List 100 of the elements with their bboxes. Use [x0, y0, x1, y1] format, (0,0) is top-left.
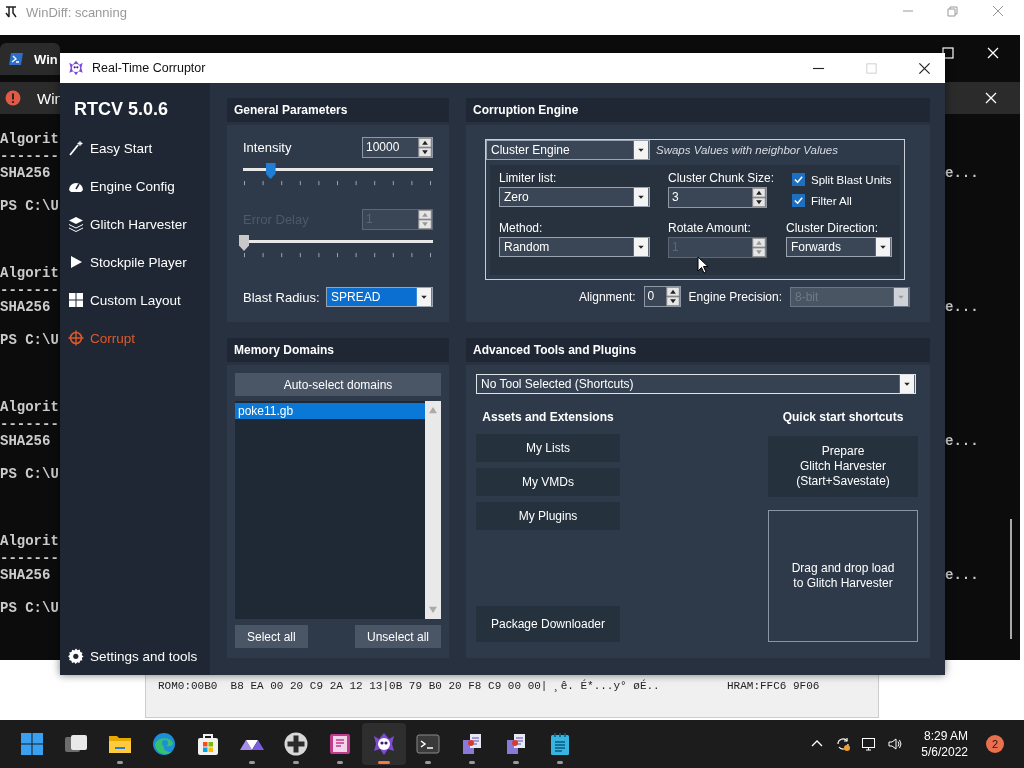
- app-version: RTCV 5.0.6: [74, 99, 170, 120]
- field-label: Engine Precision:: [688, 289, 782, 304]
- console-line: e...: [945, 164, 979, 181]
- tool-dropdown[interactable]: No Tool Selected (Shortcuts): [476, 374, 916, 394]
- section-heading: Assets and Extensions: [482, 410, 614, 424]
- browser-icon[interactable]: [152, 732, 176, 756]
- start-icon[interactable]: [20, 732, 44, 756]
- taskbar-app[interactable]: [362, 723, 406, 765]
- console-line: Algorit: [0, 265, 59, 281]
- play-icon: [68, 254, 84, 270]
- sync-icon[interactable]: [835, 736, 852, 752]
- close-icon[interactable]: [918, 61, 931, 75]
- nav-item[interactable]: Custom Layout: [68, 289, 210, 311]
- slider[interactable]: [243, 163, 433, 177]
- skull-icon[interactable]: [372, 732, 396, 756]
- grid-icon: [68, 292, 84, 308]
- console-line: Algorit: [0, 399, 59, 415]
- list-button[interactable]: Unselect all: [354, 625, 441, 648]
- list-item[interactable]: poke11.gb: [235, 403, 425, 419]
- network-icon[interactable]: [861, 736, 878, 752]
- wand-icon: [68, 140, 84, 156]
- console-line: e...: [945, 566, 979, 583]
- asset-button[interactable]: My Lists: [476, 434, 620, 462]
- terminal-tab[interactable]: Win: [0, 43, 60, 75]
- skull-icon: [68, 60, 84, 76]
- hex-line: ROM0:00B0 B8 EA 00 20 C9 2A 12 13|0B 79 B0 20 F8 C9 00 00| ¸ê. É*...y° øÉ..: [158, 680, 660, 692]
- console-prompt: PS C:\U: [0, 600, 59, 616]
- nav-item[interactable]: Engine Config: [68, 175, 210, 197]
- drop-zone[interactable]: Drag and drop load to Glitch Harvester: [768, 510, 918, 642]
- checkbox[interactable]: Filter All: [792, 194, 898, 207]
- checkbox[interactable]: Split Blast Units: [792, 173, 898, 186]
- settings-icon: [68, 648, 84, 664]
- shortcut-button[interactable]: Prepare Glitch Harvester (Start+Savestate): [768, 436, 918, 497]
- console-prompt: PS C:\U: [0, 332, 59, 348]
- field-label: Cluster Direction:: [786, 221, 880, 235]
- number-field[interactable]: 0: [643, 286, 681, 307]
- dropdown[interactable]: SPREAD: [326, 287, 433, 307]
- caret-icon: [633, 238, 649, 256]
- auto-select-button[interactable]: Auto-select domains: [235, 373, 441, 396]
- notes-icon[interactable]: [328, 732, 352, 756]
- nav-item[interactable]: Easy Start: [68, 137, 210, 159]
- nav-item[interactable]: Stockpile Player: [68, 251, 210, 273]
- asset-button[interactable]: My VMDs: [476, 468, 620, 496]
- volume-icon[interactable]: [887, 736, 904, 752]
- field-label: Cluster Chunk Size:: [668, 171, 776, 185]
- terminal-icon[interactable]: [416, 732, 440, 756]
- maximize-icon[interactable]: [941, 46, 955, 60]
- documents-icon[interactable]: [504, 732, 528, 756]
- store-icon[interactable]: [196, 732, 220, 756]
- field-label: Intensity: [243, 139, 292, 155]
- panel-title: Corruption Engine: [473, 103, 579, 117]
- console-line: e...: [945, 432, 979, 449]
- clock-time[interactable]: 8:29 AM: [923, 728, 968, 744]
- field-label: Alignment:: [578, 289, 636, 304]
- notepad-icon[interactable]: [548, 732, 572, 756]
- field-label: Rotate Amount:: [668, 221, 752, 235]
- maximize-icon: [865, 61, 878, 75]
- console-rule: -------: [0, 415, 59, 432]
- documents-icon[interactable]: [460, 732, 484, 756]
- nav-item[interactable]: Glitch Harvester: [68, 213, 210, 235]
- dropdown[interactable]: Forwards: [786, 237, 892, 257]
- scrollbar[interactable]: [425, 401, 441, 619]
- spin-arrows-icon[interactable]: [418, 137, 432, 157]
- console-rule: -------: [0, 147, 59, 164]
- panel-title: Advanced Tools and Plugins: [473, 343, 637, 357]
- cursor-icon: [697, 256, 709, 274]
- notification-badge[interactable]: 2: [986, 735, 1004, 753]
- field-label: Method:: [499, 221, 544, 235]
- console-rule: -------: [0, 549, 59, 566]
- package-downloader-button[interactable]: Package Downloader: [476, 606, 620, 642]
- settings-item[interactable]: Settings and tools: [68, 645, 210, 667]
- gamepad-icon[interactable]: [284, 732, 308, 756]
- panel-title: General Parameters: [234, 103, 348, 117]
- console-rule: -------: [0, 281, 59, 298]
- crosshair-icon: [68, 330, 84, 346]
- spin-arrows-icon[interactable]: [665, 287, 680, 306]
- console-line: SHA256: [0, 432, 51, 449]
- clock-date[interactable]: 5/6/2022: [921, 744, 968, 760]
- terminal-icon: [8, 51, 24, 67]
- asset-button[interactable]: My Plugins: [476, 502, 620, 530]
- dropdown[interactable]: Random: [499, 237, 650, 257]
- nav-item[interactable]: Corrupt: [68, 327, 210, 349]
- section-heading: Quick start shortcuts: [782, 410, 904, 424]
- dropdown[interactable]: Zero: [499, 187, 650, 207]
- error-icon: [5, 90, 21, 106]
- spin-arrows-icon[interactable]: [752, 188, 766, 207]
- number-field[interactable]: 10000: [362, 136, 433, 158]
- dropdown[interactable]: Cluster Engine: [486, 140, 650, 160]
- field-label: Limiter list:: [499, 171, 558, 185]
- number-field[interactable]: 3: [668, 187, 767, 208]
- console-line: Algorit: [0, 131, 59, 147]
- panel-title: Memory Domains: [234, 343, 335, 357]
- caret-icon: [633, 188, 649, 206]
- console-prompt: PS C:\U: [0, 198, 59, 214]
- window-title: WinDiff: scanning: [26, 4, 127, 20]
- console-line: Algorit: [0, 533, 59, 549]
- list-button[interactable]: Select all: [235, 625, 308, 648]
- scrollbar[interactable]: [1010, 519, 1012, 639]
- slider-thumb[interactable]: [265, 163, 276, 179]
- caret-icon: [899, 375, 915, 393]
